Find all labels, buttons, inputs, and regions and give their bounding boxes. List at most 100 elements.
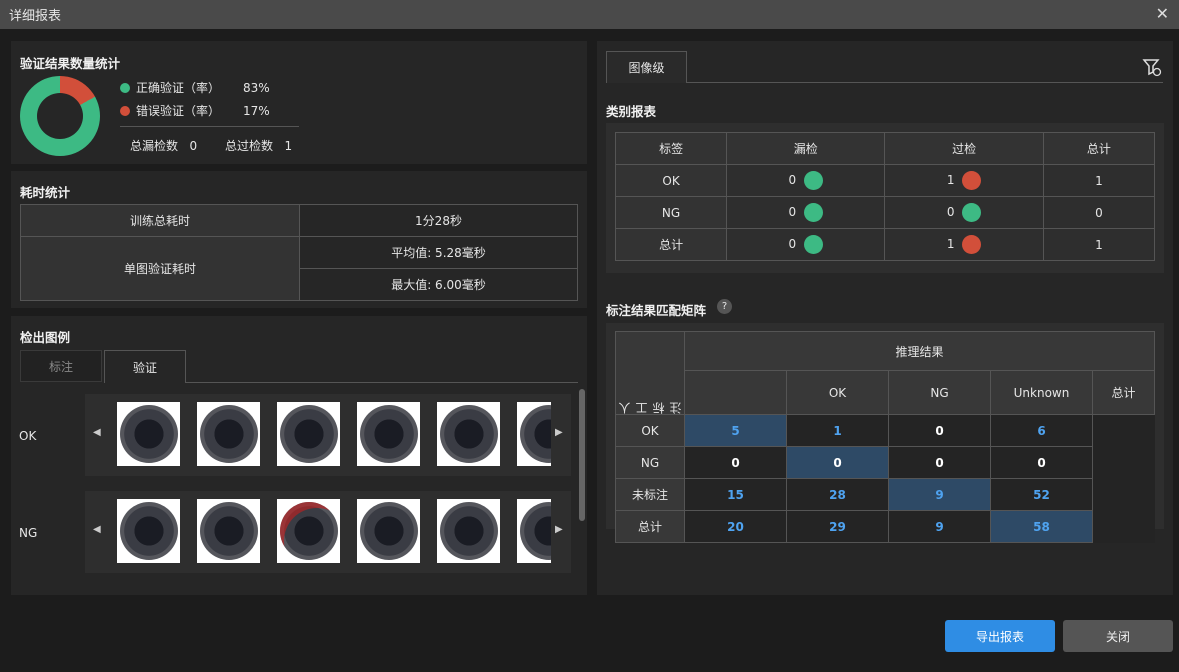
table-row: 总计 0 1 1 <box>614 228 1156 261</box>
matrix-cell: 9 <box>888 478 991 511</box>
cell-value: 0 <box>788 237 797 251</box>
thumbnail[interactable] <box>277 499 340 563</box>
matrix-cell: 9 <box>888 510 991 543</box>
cell-value: 0 <box>1095 205 1103 220</box>
tab-verification[interactable]: 验证 <box>104 350 186 383</box>
thumbnail[interactable] <box>437 402 500 466</box>
timing-title: 耗时统计 <box>20 185 71 200</box>
summary-panel: 验证结果数量统计 正确验证（率） 83% 错误验证（率） 17% 总漏检数 0 … <box>11 41 587 164</box>
green-status-dot-icon <box>962 203 982 222</box>
over-count: 总过检数 1 <box>225 139 293 153</box>
divider <box>120 126 299 127</box>
row-header: OK <box>615 414 685 447</box>
matrix-cell: 0 <box>888 414 991 447</box>
matrix-row: 未标注 15 28 9 52 <box>615 478 1155 511</box>
col-header: Unknown <box>990 370 1093 415</box>
cell-value: 0 <box>946 205 955 219</box>
missed-count: 总漏检数 0 <box>130 139 198 153</box>
cell-value: 1 <box>1095 237 1103 252</box>
row-header: 未标注 <box>615 478 685 511</box>
legend-correct: 正确验证（率） 83% <box>120 79 270 96</box>
thumbnail[interactable] <box>357 402 420 466</box>
thumbnail[interactable] <box>277 402 340 466</box>
correct-dot-icon <box>120 82 130 93</box>
scroll-left-icon[interactable]: ◀ <box>93 427 101 438</box>
correct-value: 83% <box>243 80 270 95</box>
thumbnail[interactable] <box>357 499 420 563</box>
report-panel: 图像级 类别报表 标签 漏检 过检 总计 OK 0 1 1 NG 0 0 0 总计 0 1 1 标注结… <box>597 41 1173 595</box>
matrix-cell: 52 <box>990 478 1093 511</box>
avg-value: 平均值: 5.28毫秒 <box>299 236 578 269</box>
scroll-left-icon[interactable]: ◀ <box>93 524 101 535</box>
title-bar: 详细报表 ✕ <box>0 0 1179 29</box>
ok-thumbnail-strip: ◀ ▶ <box>85 394 571 476</box>
category-title: 类别报表 <box>606 104 657 119</box>
thumbnail[interactable] <box>437 499 500 563</box>
tab-image-level[interactable]: 图像级 <box>606 51 687 83</box>
matrix-cell: 6 <box>990 414 1093 447</box>
correct-label: 正确验证（率） <box>136 81 221 95</box>
cell-value: 0 <box>788 205 797 219</box>
cell-value: OK <box>662 173 680 188</box>
scrollbar[interactable] <box>579 389 585 521</box>
row-header: NG <box>615 446 685 479</box>
examples-title: 检出图例 <box>20 330 71 345</box>
thumbnail[interactable] <box>517 402 551 466</box>
timing-table: 训练总耗时 1分28秒 单图验证耗时 平均值: 5.28毫秒 最大值: 6.00毫秒 <box>20 204 578 301</box>
matrix-cell: 28 <box>786 478 889 511</box>
category-table: 标签 漏检 过检 总计 OK 0 1 1 NG 0 0 0 总计 0 1 1 <box>614 132 1156 261</box>
scroll-right-icon[interactable]: ▶ <box>555 427 563 438</box>
matrix-cell: 0 <box>990 446 1093 479</box>
cell-value: 1 <box>946 237 955 251</box>
train-value: 1分28秒 <box>299 204 578 237</box>
tab-annotation[interactable]: 标注 <box>20 350 102 382</box>
help-icon[interactable]: ? <box>717 299 732 314</box>
col-group-label: 推理结果 <box>684 330 1155 372</box>
row-label-ng: NG <box>19 526 38 540</box>
ng-thumbnail-strip: ◀ ▶ <box>85 491 571 573</box>
col-header: 总计 <box>1042 132 1156 165</box>
export-report-button[interactable]: 导出报表 <box>945 620 1055 652</box>
tab-line <box>186 382 578 383</box>
green-status-dot-icon <box>804 203 824 222</box>
row-header: 总计 <box>615 510 685 543</box>
col-header: 标签 <box>614 132 728 165</box>
col-header: 过检 <box>884 132 1044 165</box>
red-status-dot-icon <box>962 235 982 254</box>
thumbnail[interactable] <box>117 499 180 563</box>
max-value: 最大值: 6.00毫秒 <box>299 268 578 301</box>
close-button[interactable]: 关闭 <box>1063 620 1173 652</box>
row-label-ok: OK <box>19 429 37 443</box>
thumbnail[interactable] <box>197 402 260 466</box>
close-icon[interactable]: ✕ <box>1156 4 1169 23</box>
thumbnail[interactable] <box>517 499 551 563</box>
tab-line <box>687 82 1163 83</box>
matrix-cell: 0 <box>888 446 991 479</box>
matrix-cell: 29 <box>786 510 889 543</box>
matrix-row: 总计 20 29 9 58 <box>615 510 1155 543</box>
thumbnail[interactable] <box>117 402 180 466</box>
row-group-label: 人工标注 <box>618 402 683 414</box>
scroll-right-icon[interactable]: ▶ <box>555 524 563 535</box>
legend-error: 错误验证（率） 17% <box>120 102 270 119</box>
matrix-cell: 58 <box>990 510 1093 543</box>
single-label: 单图验证耗时 <box>20 236 300 301</box>
col-header: OK <box>786 370 889 415</box>
col-header: NG <box>888 370 991 415</box>
matrix-cell: 0 <box>684 446 787 479</box>
col-header: 漏检 <box>726 132 886 165</box>
error-dot-icon <box>120 105 130 116</box>
filter-settings-icon[interactable] <box>1142 57 1162 77</box>
matrix-row: OK 5 1 0 6 <box>615 414 1155 447</box>
table-row: NG 0 0 0 <box>614 196 1156 229</box>
examples-panel: 检出图例 标注 验证 OK NG ◀ ▶ ◀ ▶ <box>11 316 587 595</box>
thumbnail[interactable] <box>197 499 260 563</box>
timing-panel: 耗时统计 训练总耗时 1分28秒 单图验证耗时 平均值: 5.28毫秒 最大值: 6… <box>11 171 587 308</box>
match-matrix: 人工标注 推理结果 OK NG Unknown 总计 OK 5 1 0 6 NG 0 0 0 0 未… <box>615 330 1155 543</box>
train-label: 训练总耗时 <box>20 204 300 237</box>
matrix-title: 标注结果匹配矩阵 <box>606 303 707 318</box>
cell-value: 1 <box>1095 173 1103 188</box>
error-value: 17% <box>243 103 270 118</box>
green-status-dot-icon <box>804 235 824 254</box>
matrix-cell: 1 <box>786 414 889 447</box>
